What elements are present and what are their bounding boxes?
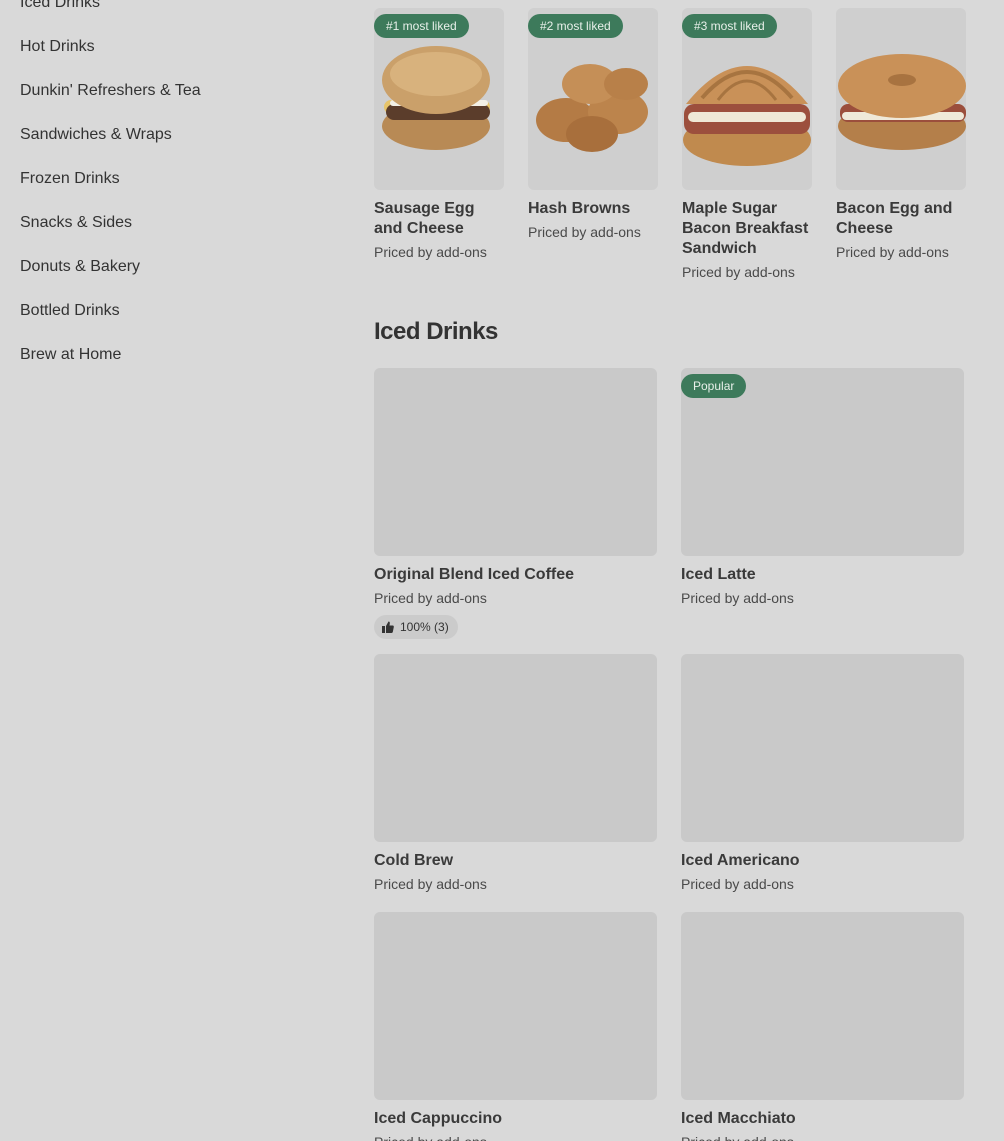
most-liked-badge: #3 most liked [682, 14, 777, 38]
item-image [374, 368, 657, 556]
item-price: Priced by add-ons [681, 876, 794, 892]
item-image [681, 912, 964, 1100]
item-name: Bacon Egg and Cheese [836, 200, 953, 237]
menu-item-card[interactable]: #2 most liked Hash Browns Priced by add-… [528, 8, 658, 281]
most-liked-carousel: #1 most liked Sausage Egg and Cheese Pri… [374, 8, 966, 281]
menu-item-card[interactable]: Popular Iced Latte Priced by add-ons [681, 368, 964, 607]
bagel-sandwich-image [838, 54, 966, 150]
menu-item-card[interactable]: Iced Americano Priced by add-ons [681, 654, 964, 893]
section-title: Iced Drinks [374, 318, 498, 345]
most-liked-badge: #2 most liked [528, 14, 623, 38]
sidebar-item-bottled-drinks[interactable]: Bottled Drinks [20, 294, 320, 338]
most-liked-badge: #1 most liked [374, 14, 469, 38]
sidebar-item-hot-drinks[interactable]: Hot Drinks [20, 30, 320, 74]
sidebar-item-donuts-bakery[interactable]: Donuts & Bakery [20, 250, 320, 294]
menu-item-card[interactable]: Original Blend Iced Coffee Priced by add… [374, 368, 657, 639]
item-price: Priced by add-ons [681, 1133, 964, 1141]
thumbs-up-icon [382, 621, 394, 633]
item-price: Priced by add-ons [836, 244, 949, 260]
item-name: Iced Americano [681, 852, 800, 869]
item-image [374, 654, 657, 842]
item-name: Original Blend Iced Coffee [374, 566, 575, 583]
menu-item-card[interactable]: Bacon Egg and Cheese Priced by add-ons [836, 8, 966, 281]
rating-text: 100% (3) [400, 620, 449, 634]
item-price: Priced by add-ons [374, 1133, 657, 1141]
item-name: Cold Brew [374, 852, 454, 869]
page: Iced Drinks Hot Drinks Dunkin' Refresher… [0, 0, 1004, 1141]
sidebar-item-snacks-sides[interactable]: Snacks & Sides [20, 206, 320, 250]
menu-item-card[interactable]: #3 most liked Maple Sugar Bacon Breakfas… [682, 8, 812, 281]
item-name: Iced Macchiato [681, 1110, 796, 1127]
item-name: Hash Browns [528, 200, 631, 217]
item-image [836, 8, 966, 190]
item-price: Priced by add-ons [528, 224, 641, 240]
item-price: Priced by add-ons [374, 590, 487, 606]
item-image [681, 654, 964, 842]
popular-badge: Popular [681, 374, 747, 398]
item-price: Priced by add-ons [374, 876, 487, 892]
sidebar-item-frozen-drinks[interactable]: Frozen Drinks [20, 162, 320, 206]
menu-item-card[interactable]: Cold Brew Priced by add-ons [374, 654, 657, 893]
item-image [374, 912, 657, 1100]
item-price: Priced by add-ons [682, 264, 795, 280]
item-name: Sausage Egg and Cheese [374, 200, 475, 237]
rating-badge: 100% (3) [374, 615, 458, 639]
item-price: Priced by add-ons [374, 244, 487, 260]
menu-item-card[interactable]: Iced Macchiato Priced by add-ons [681, 912, 964, 1141]
sidebar-item-refreshers-tea[interactable]: Dunkin' Refreshers & Tea [20, 74, 320, 118]
item-price: Priced by add-ons [681, 590, 794, 606]
sidebar-item-sandwiches-wraps[interactable]: Sandwiches & Wraps [20, 118, 320, 162]
category-sidebar: Iced Drinks Hot Drinks Dunkin' Refresher… [20, 0, 320, 382]
menu-item-card[interactable]: #1 most liked Sausage Egg and Cheese Pri… [374, 8, 504, 281]
item-name: Iced Cappuccino [374, 1110, 503, 1127]
sidebar-item-iced-drinks[interactable]: Iced Drinks [20, 0, 320, 30]
menu-item-card[interactable]: Iced Cappuccino Priced by add-ons [374, 912, 657, 1141]
item-name: Iced Latte [681, 566, 756, 583]
sidebar-item-brew-at-home[interactable]: Brew at Home [20, 338, 320, 382]
item-name: Maple Sugar Bacon Breakfast Sandwich [682, 200, 809, 257]
